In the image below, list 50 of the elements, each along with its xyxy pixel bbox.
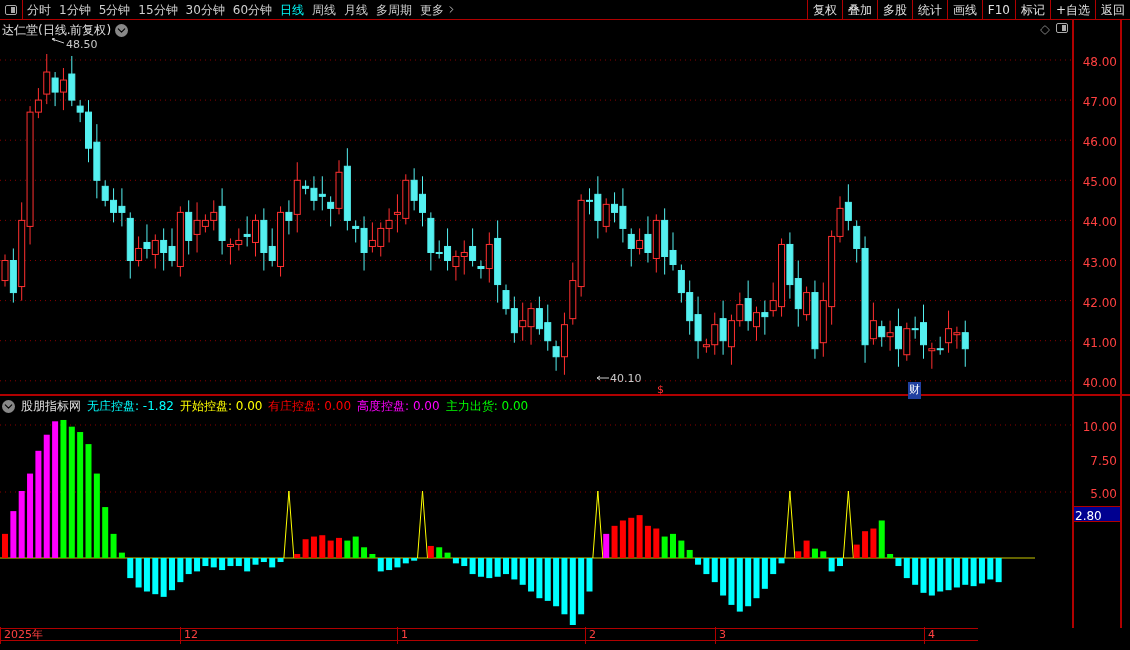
axis-label: 47.00 xyxy=(1082,94,1117,112)
period-tab[interactable]: 30分钟 xyxy=(181,0,229,19)
period-tab[interactable]: 分时 xyxy=(23,0,55,19)
period-tab[interactable]: 周线 xyxy=(308,0,341,19)
toolbar-button[interactable]: 标记 xyxy=(1014,0,1050,19)
cursor-value-label: 2.80 xyxy=(1074,506,1120,522)
time-label: 12 xyxy=(180,627,198,644)
toolbar-button[interactable]: 复权 xyxy=(806,0,842,19)
toolbar-button[interactable]: 返回 xyxy=(1095,0,1130,19)
time-label: 3 xyxy=(715,627,726,644)
period-tab[interactable]: 60分钟 xyxy=(228,0,277,19)
period-tab[interactable]: 15分钟 xyxy=(134,0,182,19)
time-label: 2 xyxy=(585,627,596,644)
axis-label: 41.00 xyxy=(1082,334,1117,352)
period-tab[interactable]: 1分钟 xyxy=(55,0,95,19)
period-tab[interactable]: 月线 xyxy=(340,0,373,19)
toolbar-button[interactable]: +自选 xyxy=(1049,0,1095,19)
time-label: 2025年 xyxy=(0,627,43,644)
indicator-readout: 主力出货: 0.00 xyxy=(445,398,529,415)
toolbar-button[interactable]: 叠加 xyxy=(841,0,877,19)
indicator-readout: 高度控盘: 0.00 xyxy=(357,398,440,415)
axis-label: 7.50 xyxy=(1090,452,1117,470)
high-price-label: 48.50 xyxy=(66,37,98,53)
toolbar-button[interactable]: F10 xyxy=(981,0,1015,19)
axis-label: 43.00 xyxy=(1082,254,1117,272)
event-marker[interactable]: $ xyxy=(656,382,665,399)
toolbar-button[interactable]: 统计 xyxy=(911,0,947,19)
axis-label: 10.00 xyxy=(1082,419,1117,436)
period-tab[interactable]: 5分钟 xyxy=(94,0,135,19)
period-tab[interactable]: 日线 xyxy=(276,0,309,19)
axis-label: 42.00 xyxy=(1082,294,1117,312)
period-tab[interactable]: 多周期 xyxy=(372,0,417,19)
low-price-label: 40.10 xyxy=(610,371,642,387)
toolbar-button[interactable]: 多股 xyxy=(876,0,912,19)
axis-label: 40.00 xyxy=(1082,374,1117,392)
axis-label: 5.00 xyxy=(1090,486,1117,503)
axis-label: 46.00 xyxy=(1082,134,1117,152)
time-label: 1 xyxy=(397,627,408,644)
axis-label: 48.00 xyxy=(1082,54,1117,71)
indicator-title: 股朋指标网 xyxy=(21,398,81,415)
indicator-readout: 有庄控盘: 0.00 xyxy=(268,398,352,415)
toolbar-button[interactable]: 画线 xyxy=(946,0,982,19)
indicator-readout: 开始控盘: 0.00 xyxy=(179,398,263,415)
indicator-readout: 无庄控盘: -1.82 xyxy=(87,398,174,415)
axis-label: 45.00 xyxy=(1082,174,1117,192)
chart-title: 达仁堂(日线.前复权) xyxy=(2,22,112,39)
time-label: 4 xyxy=(924,627,935,644)
period-tab[interactable]: 更多 xyxy=(416,0,462,19)
axis-label: 44.00 xyxy=(1082,214,1117,232)
event-marker[interactable]: 财 xyxy=(908,382,921,399)
